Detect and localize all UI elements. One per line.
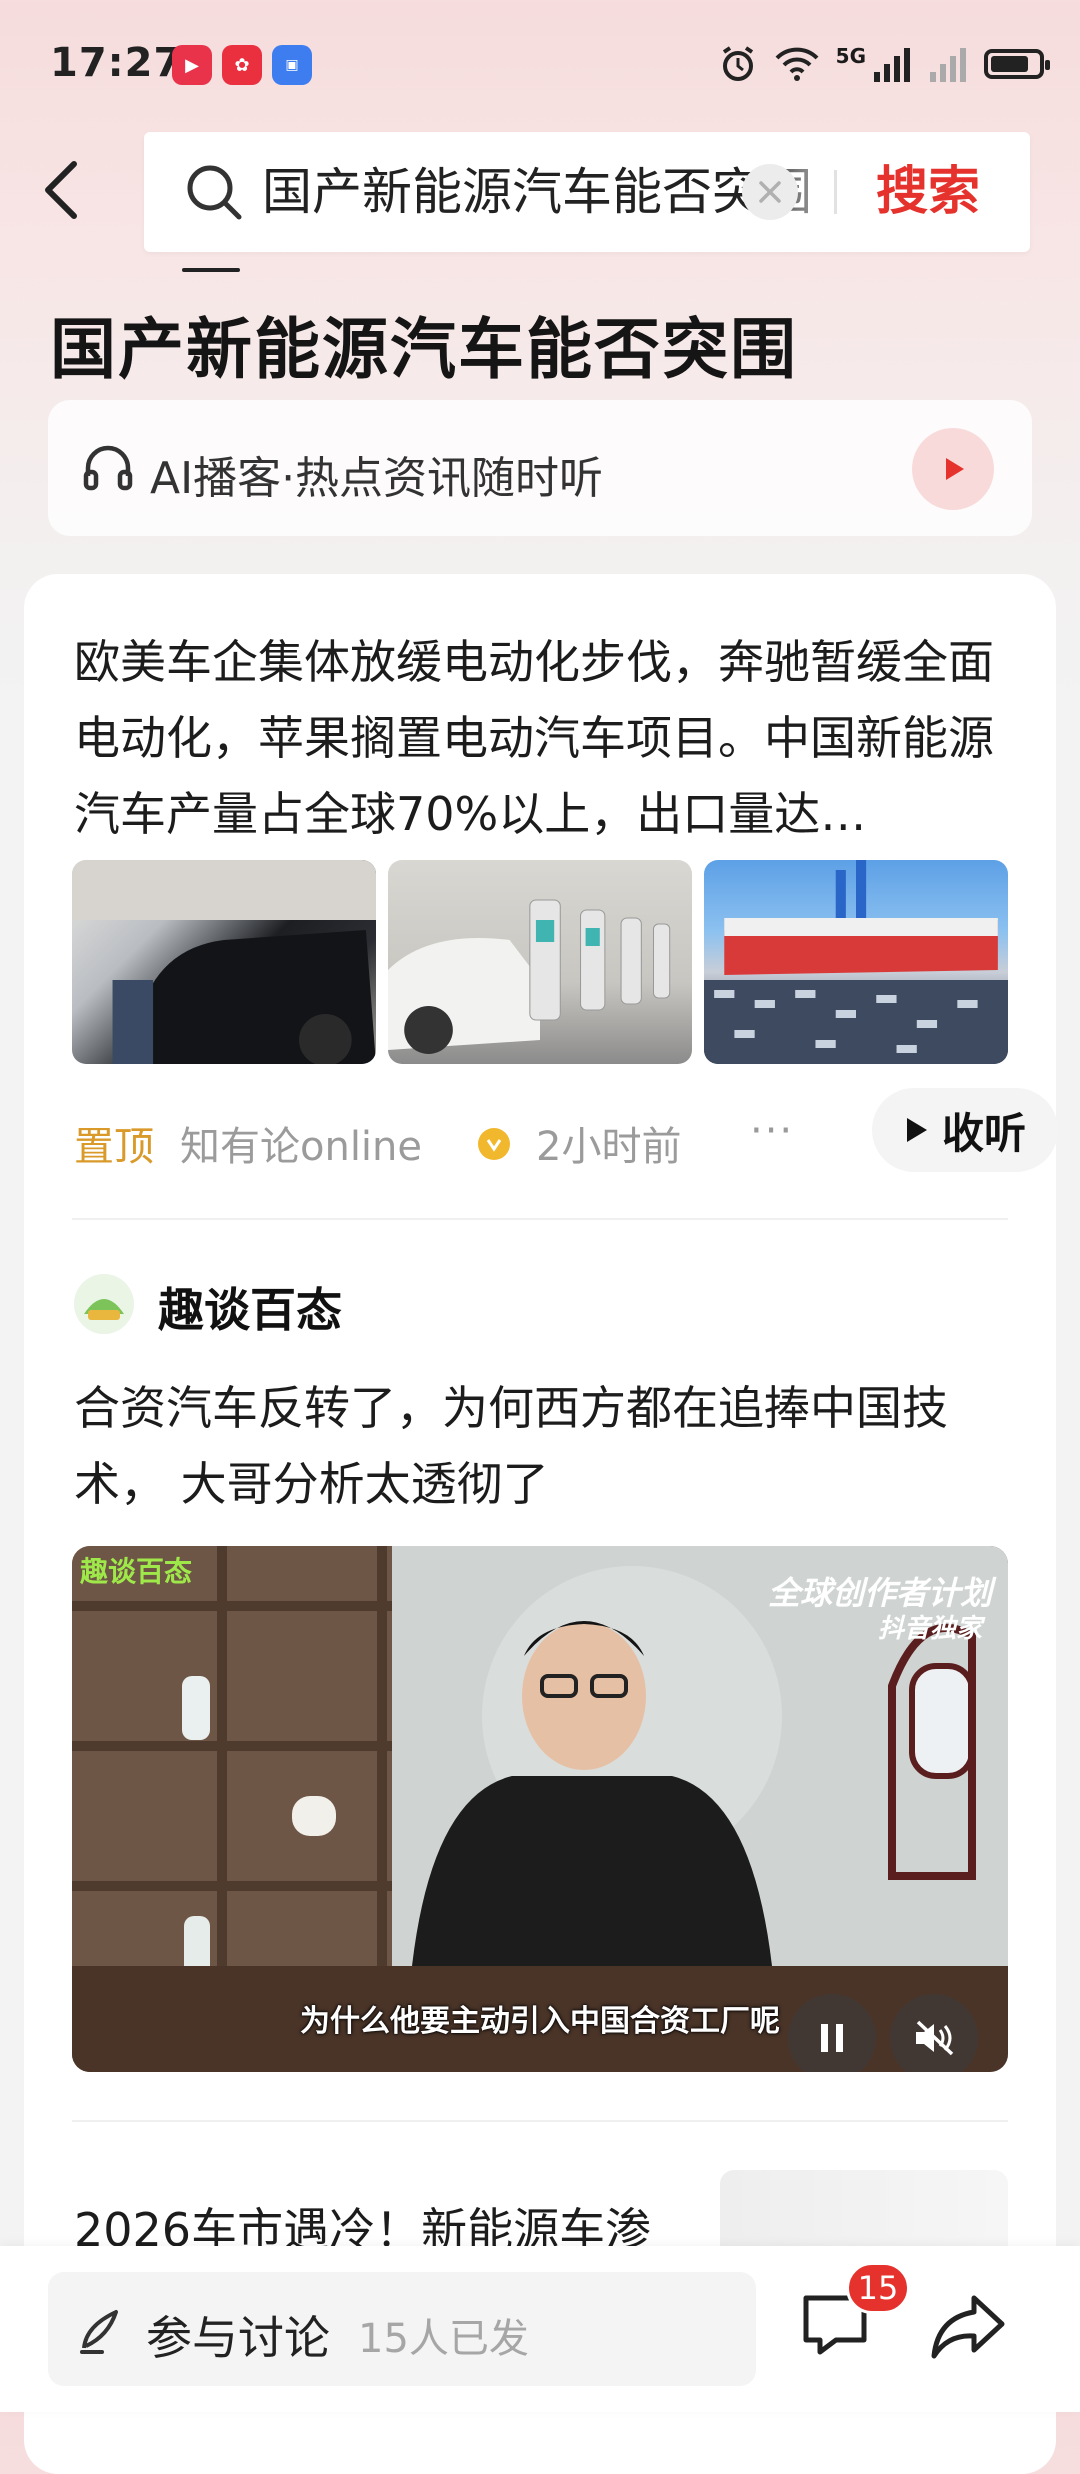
share-icon [931,2295,1005,2359]
search-icon [187,165,242,220]
results-feed: 欧美车企集体放缓电动化步伐，奔驰暂缓全面电动化，苹果搁置电动汽车项目。中国新能源… [24,574,1058,2474]
social-app-icon: ✿ [222,45,262,85]
tab-indicator [182,268,240,272]
page-title: 国产新能源汽车能否突围 [50,311,798,388]
signal-2-icon [930,48,966,82]
podcast-play-button[interactable] [912,428,994,510]
status-time: 17:27 [50,40,183,86]
charging-station-image[interactable] [388,860,692,1064]
listen-button[interactable]: 收听 [872,1088,1058,1172]
discuss-count: 15人已发 [358,2316,529,2362]
ai-podcast-bar[interactable]: AI播客·热点资讯随时听 [48,400,1032,536]
article-meta: 置顶 知有论online 2小时前 ··· 收听 [74,1088,1058,1184]
search-divider [834,170,837,214]
search-button[interactable]: 搜索 [876,154,980,230]
factory-car-image[interactable] [72,860,376,1064]
video-player[interactable]: 趣谈百态 全球创作者计划 抖音独家 为什么他要主动引入中国合资工厂呢 [72,1546,1008,2072]
discuss-label: 参与讨论 [146,2311,330,2365]
app-market-icon: ▣ [272,45,312,85]
port-ship-image[interactable] [704,860,1008,1064]
article-thumbnails [72,860,1008,1064]
channel-name[interactable]: 趣谈百态 [158,1274,342,1340]
play-icon [906,1118,927,1142]
listen-label: 收听 [941,1108,1026,1158]
time-ago: 2小时前 [536,1124,682,1170]
status-bar: 17:27 ▶ ✿ ▣ 5G [0,0,1080,120]
network-type: 5G [835,44,866,68]
discuss-input[interactable]: 参与讨论 15人已发 [48,2272,756,2386]
battery-icon [984,49,1050,79]
mute-icon [916,2020,954,2056]
pause-button[interactable] [788,1994,876,2072]
status-icons: 5G [718,44,1050,84]
verified-icon [478,1128,510,1160]
author-name[interactable]: 知有论online [180,1114,422,1172]
comment-count-badge: 15 [846,2262,910,2314]
wifi-icon [775,47,819,81]
video-tag-exclusive: 抖音独家 [877,1614,982,1644]
share-button[interactable] [930,2292,1006,2366]
pause-icon [821,2024,843,2052]
divider [72,2120,1008,2122]
headphones-icon [83,445,133,491]
video-watermark: 趣谈百态 [80,1555,193,1588]
search-bar[interactable]: 国产新能源汽车能否突围 搜索 [144,132,1030,252]
pinned-label: 置顶 [74,1124,154,1170]
ai-podcast-label: AI播客·热点资讯随时听 [150,453,604,504]
chevron-left-icon [45,161,77,219]
clear-button[interactable] [742,164,798,220]
play-icon [946,458,964,480]
close-icon [759,181,781,203]
video-app-icon: ▶ [172,45,212,85]
back-button[interactable] [40,150,100,230]
channel-avatar[interactable] [74,1274,134,1334]
article-summary[interactable]: 欧美车企集体放缓电动化步伐，奔驰暂缓全面电动化，苹果搁置电动汽车项目。中国新能源… [74,624,1024,852]
video-title[interactable]: 合资汽车反转了，为何西方都在追捧中国技术， 大哥分析太透彻了 [74,1370,1024,1522]
signal-icon [874,48,910,82]
bottom-bar: 参与讨论 15人已发 15 [0,2246,1080,2412]
alarm-icon [722,46,753,81]
divider [72,1218,1008,1220]
more-options-button[interactable]: ··· [750,1108,794,1154]
mute-button[interactable] [890,1994,978,2072]
pen-icon [80,2310,118,2354]
